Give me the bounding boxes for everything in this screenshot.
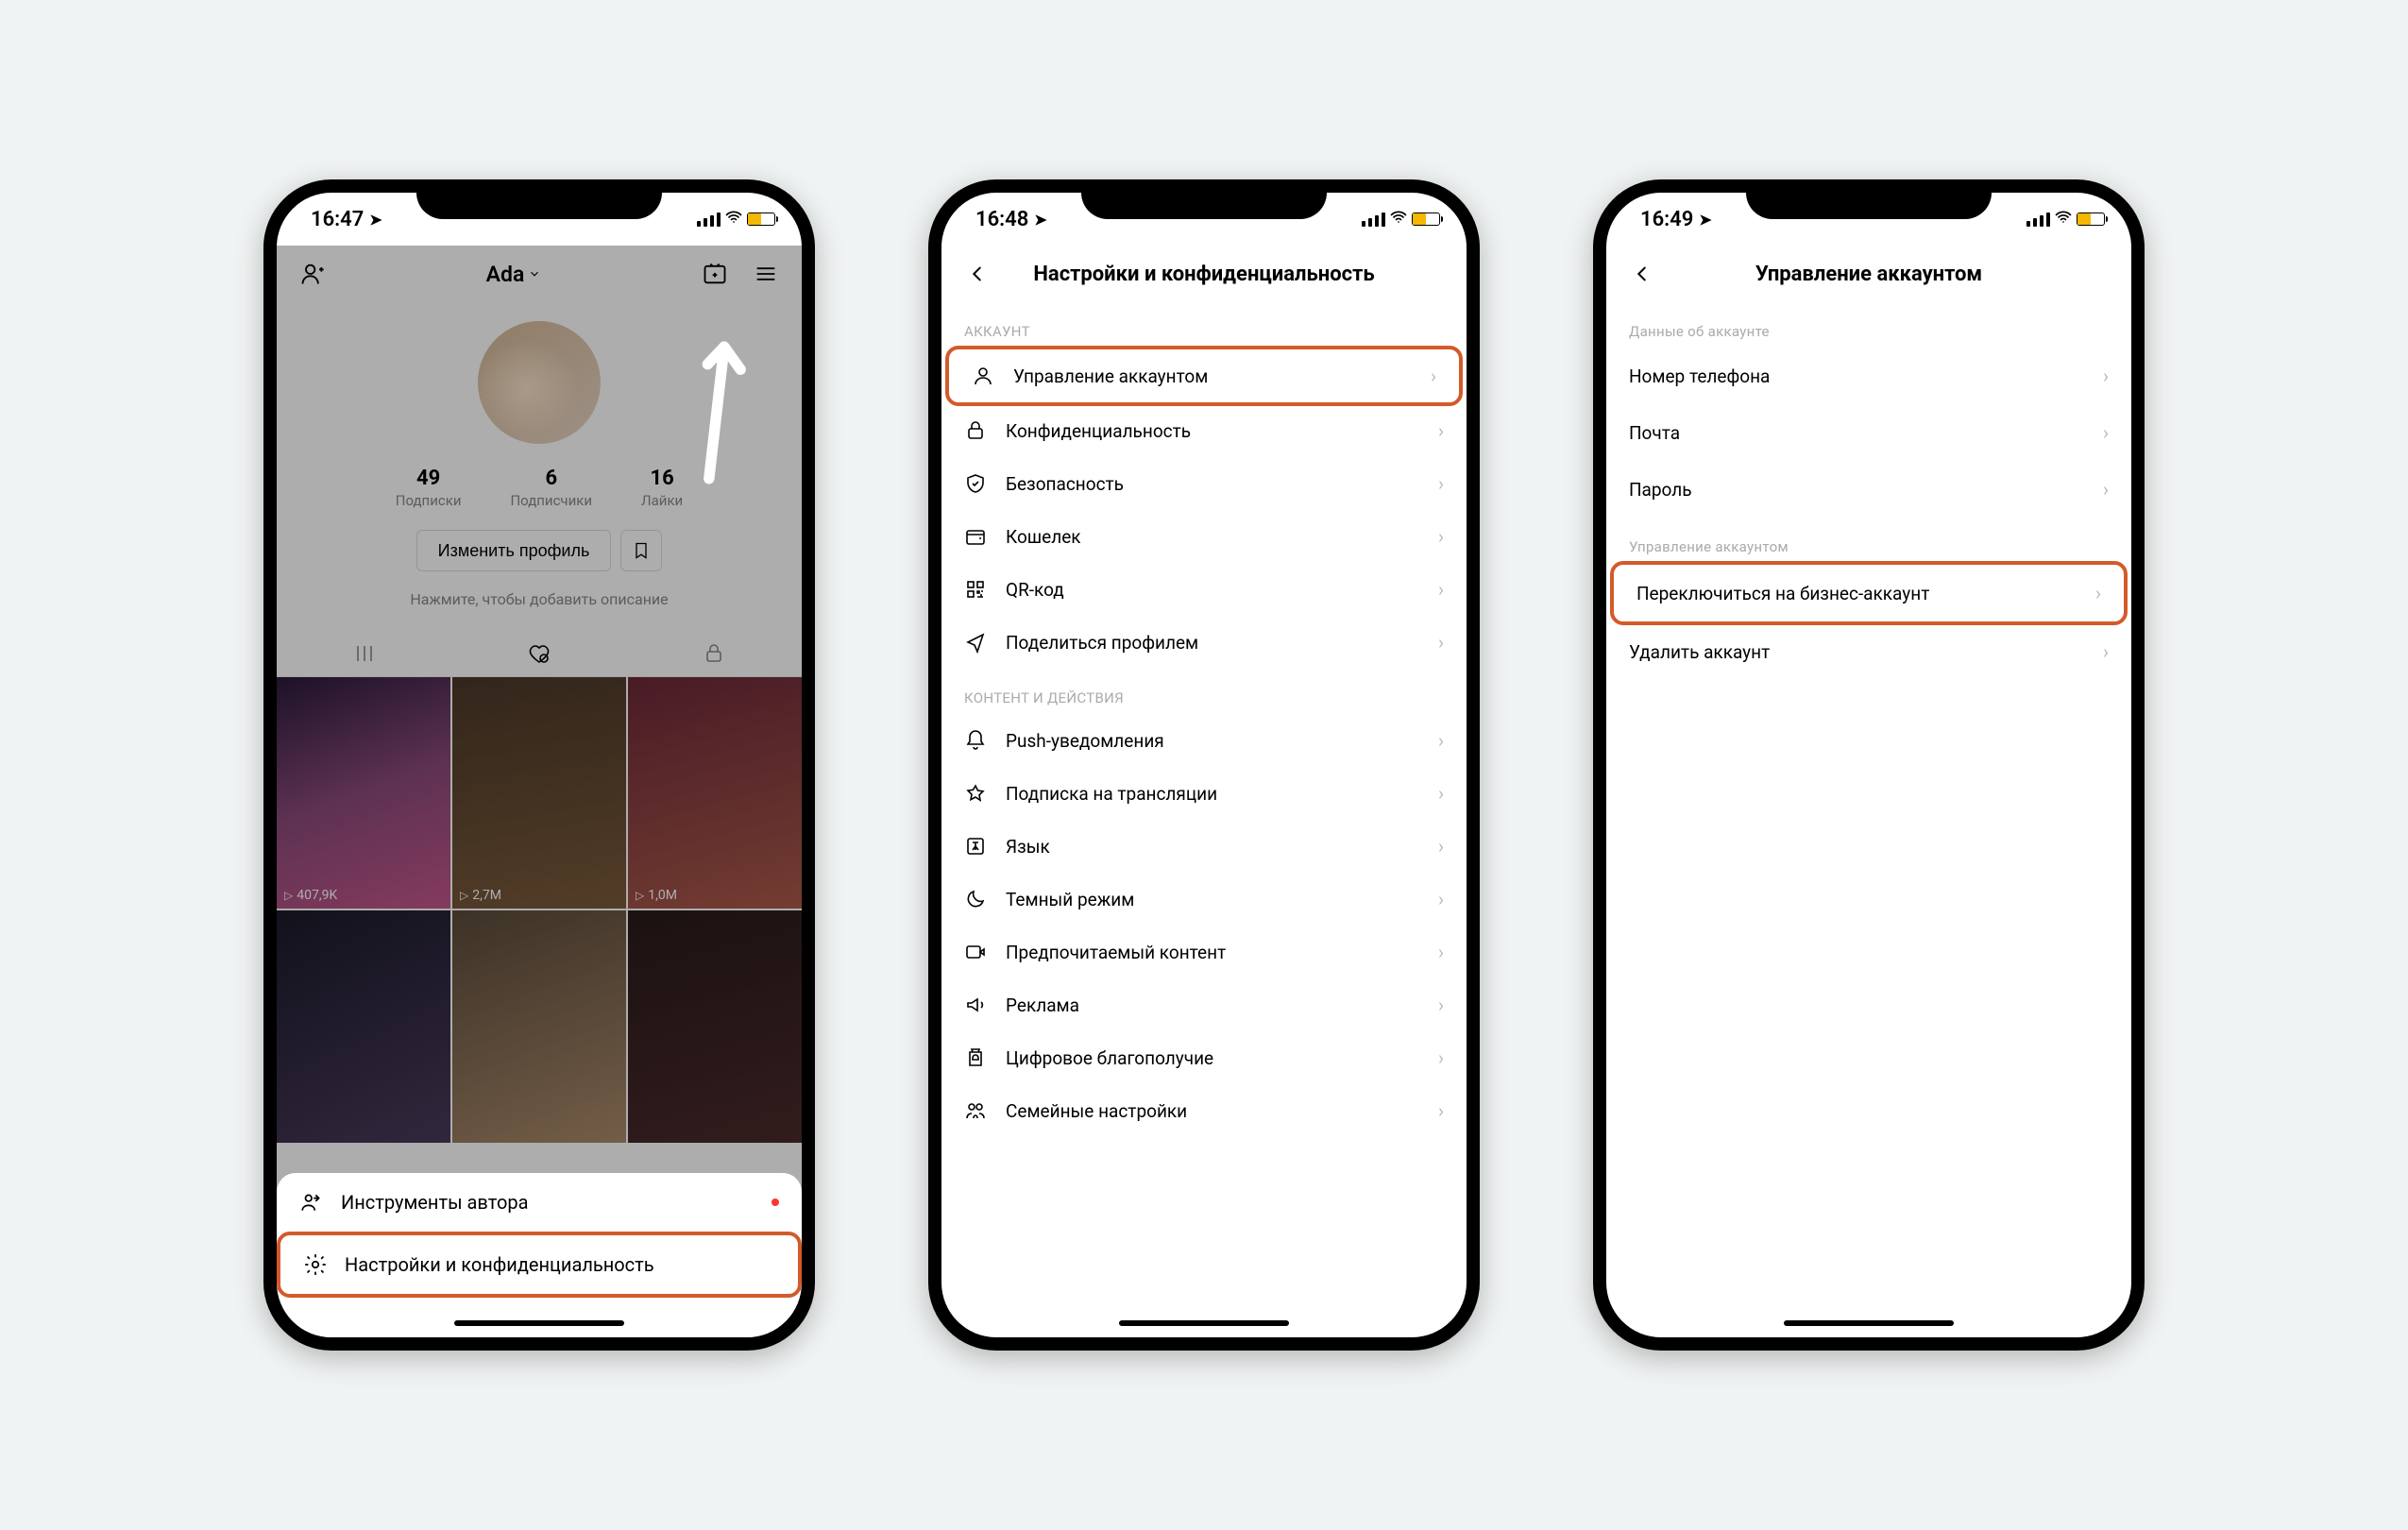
row-label: Номер телефона (1629, 366, 1770, 387)
location-icon: ➤ (1699, 211, 1711, 229)
status-time: 16:47 (311, 208, 364, 231)
sheet-item-label: Инструменты автора (341, 1191, 528, 1214)
signal-icon (1362, 212, 1385, 227)
chevron-right-icon: › (1438, 472, 1444, 495)
notch (416, 179, 662, 219)
chevron-right-icon: › (2103, 365, 2109, 387)
chevron-right-icon: › (2103, 478, 2109, 501)
wifi-icon (724, 208, 743, 231)
home-indicator[interactable] (1784, 1320, 1954, 1326)
row-password[interactable]: Пароль › (1606, 461, 2131, 518)
phone-mockup-1: 16:47 ➤ Ada (263, 179, 815, 1351)
row-dark-mode[interactable]: Темный режим › (941, 873, 1467, 926)
row-label: Темный режим (1006, 889, 1134, 910)
chevron-right-icon: › (1431, 365, 1436, 387)
row-security[interactable]: Безопасность › (941, 457, 1467, 510)
phone-mockup-2: 16:48 ➤ Настройки и конфиденциальность А… (928, 179, 1480, 1351)
sheet-settings[interactable]: Настройки и конфиденциальность (277, 1232, 802, 1298)
row-live-subscription[interactable]: Подписка на трансляции › (941, 767, 1467, 820)
row-label: Кошелек (1006, 526, 1081, 548)
chevron-right-icon: › (1438, 578, 1444, 601)
row-label: Push-уведомления (1006, 730, 1164, 752)
section-label: АККАУНТ (941, 302, 1467, 348)
phone-mockup-3: 16:49 ➤ Управление аккаунтом Данные об а… (1593, 179, 2145, 1351)
row-label: Конфиденциальность (1006, 420, 1191, 442)
chevron-right-icon: › (1438, 419, 1444, 442)
chevron-right-icon: › (1438, 941, 1444, 963)
row-email[interactable]: Почта › (1606, 404, 2131, 461)
row-label: Почта (1629, 422, 1680, 444)
chevron-right-icon: › (2095, 582, 2101, 604)
wifi-icon (1389, 208, 1408, 231)
row-label: Поделиться профилем (1006, 632, 1198, 654)
row-label: Цифровое благополучие (1006, 1047, 1213, 1069)
row-label: Удалить аккаунт (1629, 641, 1770, 663)
wifi-icon (2054, 208, 2073, 231)
chevron-right-icon: › (1438, 888, 1444, 910)
back-button[interactable] (1625, 257, 1659, 291)
row-label: Переключиться на бизнес-аккаунт (1636, 583, 1929, 604)
back-button[interactable] (960, 257, 994, 291)
sheet-creator-tools[interactable]: Инструменты автора (277, 1173, 802, 1232)
bottom-sheet: Инструменты автора Настройки и конфиденц… (277, 1173, 802, 1337)
page-title: Настройки и конфиденциальность (1033, 263, 1374, 286)
chevron-right-icon: › (1438, 1046, 1444, 1069)
status-time: 16:48 (975, 208, 1028, 231)
section-label: Данные об аккаунте (1606, 302, 2131, 348)
home-indicator[interactable] (454, 1320, 624, 1326)
row-label: Язык (1006, 836, 1050, 858)
row-ads[interactable]: Реклама › (941, 978, 1467, 1031)
row-label: Подписка на трансляции (1006, 783, 1217, 805)
row-switch-business[interactable]: Переключиться на бизнес-аккаунт › (1610, 561, 2128, 625)
row-family-pairing[interactable]: Семейные настройки › (941, 1084, 1467, 1137)
settings-header: Настройки и конфиденциальность (941, 246, 1467, 302)
settings-header: Управление аккаунтом (1606, 246, 2131, 302)
battery-icon (1412, 212, 1440, 226)
notch (1081, 179, 1327, 219)
chevron-right-icon: › (1438, 994, 1444, 1016)
row-label: Управление аккаунтом (1013, 366, 1208, 387)
home-indicator[interactable] (1119, 1320, 1289, 1326)
row-delete-account[interactable]: Удалить аккаунт › (1606, 623, 2131, 680)
row-language[interactable]: Язык › (941, 820, 1467, 873)
row-wallet[interactable]: Кошелек › (941, 510, 1467, 563)
section-label: КОНТЕНТ И ДЕЙСТВИЯ (941, 669, 1467, 714)
row-label: Пароль (1629, 479, 1692, 501)
row-content-preferences[interactable]: Предпочитаемый контент › (941, 926, 1467, 978)
row-share-profile[interactable]: Поделиться профилем › (941, 616, 1467, 669)
row-label: Реклама (1006, 994, 1079, 1016)
row-label: Предпочитаемый контент (1006, 942, 1226, 963)
signal-icon (697, 212, 721, 227)
battery-icon (747, 212, 775, 226)
chevron-right-icon: › (2103, 640, 2109, 663)
row-label: Безопасность (1006, 473, 1124, 495)
signal-icon (2026, 212, 2050, 227)
notification-dot (772, 1198, 779, 1206)
chevron-right-icon: › (2103, 421, 2109, 444)
chevron-right-icon: › (1438, 631, 1444, 654)
notch (1746, 179, 1992, 219)
location-icon: ➤ (1034, 211, 1046, 229)
row-qr-code[interactable]: QR-код › (941, 563, 1467, 616)
location-icon: ➤ (369, 211, 382, 229)
chevron-right-icon: › (1438, 1099, 1444, 1122)
battery-icon (2077, 212, 2105, 226)
row-push-notifications[interactable]: Push-уведомления › (941, 714, 1467, 767)
row-label: Семейные настройки (1006, 1100, 1187, 1122)
row-privacy[interactable]: Конфиденциальность › (941, 404, 1467, 457)
sheet-item-label: Настройки и конфиденциальность (345, 1253, 654, 1276)
row-label: QR-код (1006, 579, 1064, 601)
row-manage-account[interactable]: Управление аккаунтом › (945, 346, 1463, 406)
chevron-right-icon: › (1438, 782, 1444, 805)
chevron-right-icon: › (1438, 835, 1444, 858)
chevron-right-icon: › (1438, 525, 1444, 548)
status-time: 16:49 (1640, 208, 1693, 231)
row-phone-number[interactable]: Номер телефона › (1606, 348, 2131, 404)
chevron-right-icon: › (1438, 729, 1444, 752)
page-title: Управление аккаунтом (1755, 263, 1982, 286)
section-label: Управление аккаунтом (1606, 518, 2131, 563)
row-digital-wellbeing[interactable]: Цифровое благополучие › (941, 1031, 1467, 1084)
